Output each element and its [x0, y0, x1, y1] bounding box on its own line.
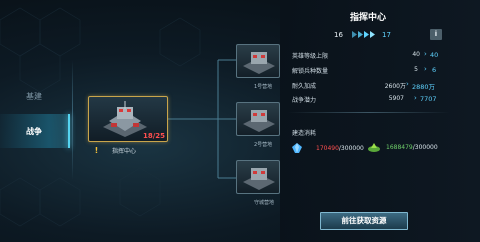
stat-old-hero-cap: 40	[412, 51, 420, 58]
stat-label-durability: 耐久加成	[292, 83, 317, 90]
resource-blue-crystal: 170490/300000	[292, 143, 364, 153]
defense-camp-building-icon	[243, 168, 275, 190]
level-arrow-icon	[352, 31, 375, 38]
stat-new-war-potential: 7707	[420, 95, 437, 103]
camp-1-card[interactable]	[236, 44, 280, 78]
camp-2-label: 2号营地	[254, 142, 273, 148]
level-to: 17	[382, 31, 391, 39]
resource-green-gem: 1688479/300000	[368, 143, 438, 152]
defense-camp-card[interactable]	[236, 160, 280, 194]
stat-old-war-potential: 5907	[388, 95, 404, 102]
get-resources-button[interactable]: 前往获取资源	[320, 212, 408, 230]
blue-crystal-icon	[292, 143, 302, 153]
stat-old-durability: 2600万	[384, 83, 406, 90]
stat-new-hero-cap: 40	[430, 51, 439, 59]
arrow-right-icon: ›	[424, 50, 427, 58]
command-center-label: 指挥中心	[112, 148, 137, 155]
stat-new-unit-count: 6	[432, 66, 437, 74]
camp-1-building-icon	[243, 52, 275, 74]
info-icon[interactable]: i	[430, 29, 442, 40]
stat-new-durability: 2880万	[412, 83, 436, 91]
camp-2-building-icon	[243, 110, 275, 132]
stat-label-unit-count: 解锁兵种数量	[292, 68, 329, 75]
green-gem-icon	[368, 143, 380, 152]
defense-camp-label: 守城营地	[254, 200, 275, 206]
upgrade-panel	[280, 0, 480, 242]
resource-2-have: 1688479	[386, 144, 413, 151]
resource-2-need: /300000	[412, 144, 438, 151]
warning-icon: !	[94, 146, 99, 155]
level-from: 16	[334, 31, 343, 39]
command-center-level: 18/25	[142, 132, 165, 140]
stat-label-hero-cap: 英雄等级上限	[292, 53, 329, 60]
divider	[288, 112, 450, 113]
cost-label: 建造消耗	[292, 130, 317, 137]
camp-1-label: 1号营地	[254, 84, 273, 90]
camp-2-card[interactable]	[236, 102, 280, 136]
command-center-card[interactable]: 18/25	[88, 96, 168, 142]
resource-1-have: 170490	[316, 144, 339, 152]
arrow-right-icon: ›	[414, 94, 417, 102]
panel-title: 指挥中心	[349, 13, 386, 23]
stat-old-unit-count: 5	[414, 66, 418, 73]
arrow-right-icon: ›	[406, 80, 409, 88]
resource-1-need: /300000	[338, 144, 364, 152]
arrow-right-icon: ›	[424, 65, 427, 73]
stat-label-war-potential: 战争潜力	[292, 97, 317, 104]
